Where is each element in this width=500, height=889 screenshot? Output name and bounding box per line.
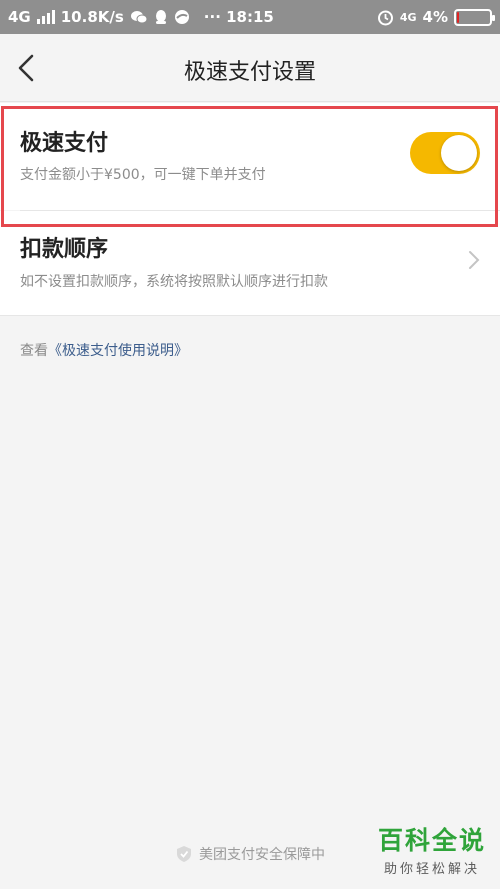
footer-text: 美团支付安全保障中	[199, 847, 325, 863]
chevron-right-icon[interactable]	[468, 250, 480, 270]
watermark-tagline: 助你轻松解决	[383, 862, 480, 877]
network-right: 4G	[399, 10, 417, 24]
status-right: 4G 4%	[377, 8, 495, 26]
divider	[0, 315, 500, 316]
deduction-order-desc: 如不设置扣款顺序，系统将按照默认顺序进行扣款	[20, 274, 328, 290]
nav-bar: 极速支付设置	[0, 34, 500, 102]
watermark-brand: 百科全说	[377, 826, 486, 855]
alarm-icon	[377, 10, 393, 25]
battery-level	[457, 11, 459, 23]
quick-pay-title: 极速支付	[20, 131, 109, 156]
battery-percent: 4%	[422, 8, 448, 26]
help-prefix: 查看	[20, 343, 48, 359]
quick-pay-toggle[interactable]	[410, 132, 480, 174]
deduction-order-title: 扣款顺序	[20, 237, 109, 262]
page-title: 极速支付设置	[183, 60, 316, 85]
watermark: 百科全说 助你轻松解决	[378, 821, 486, 877]
help-link[interactable]: 《极速支付使用说明》	[48, 343, 188, 359]
toggle-knob	[441, 135, 477, 171]
deduction-order-row[interactable]: 扣款顺序 如不设置扣款顺序，系统将按照默认顺序进行扣款	[0, 211, 500, 315]
status-bar: 4G 10.8K/s ··· 18:15 4G 4%	[0, 0, 500, 34]
quick-pay-desc: 支付金额小于¥500，可一键下单并支付	[20, 167, 266, 183]
battery-icon	[454, 8, 495, 26]
shield-icon	[177, 846, 191, 862]
help-text: 查看《极速支付使用说明》	[20, 340, 188, 360]
